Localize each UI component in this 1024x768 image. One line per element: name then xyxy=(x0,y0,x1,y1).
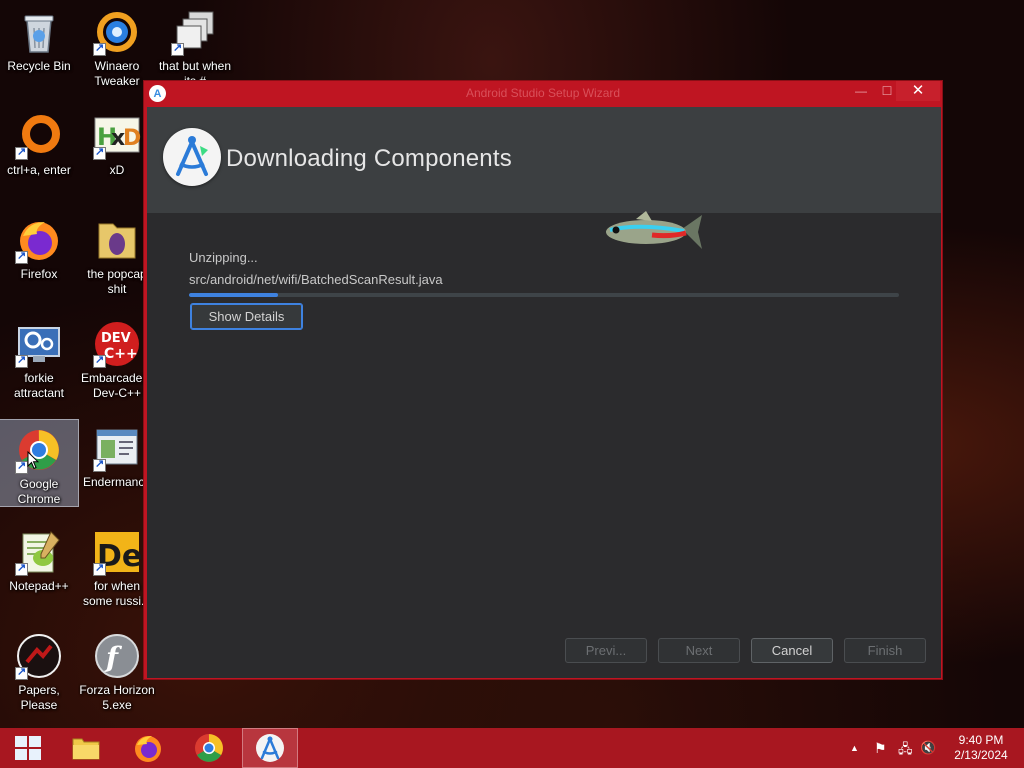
shortcut-arrow-icon xyxy=(171,41,184,56)
svg-text:D: D xyxy=(123,126,141,151)
shortcut-arrow-icon xyxy=(93,561,106,576)
current-file-path: src/android/net/wifi/BatchedScanResult.j… xyxy=(189,272,443,287)
show-details-button[interactable]: Show Details xyxy=(190,303,303,330)
next-button[interactable]: Next xyxy=(658,638,740,663)
android-studio-icon xyxy=(256,734,284,762)
shortcut-arrow-icon xyxy=(15,145,28,160)
neon-tetra-fish-icon xyxy=(606,211,702,249)
wizard-header: Downloading Components xyxy=(147,107,941,213)
desktop-icon-label: Firefox xyxy=(20,267,58,281)
android-studio-logo-icon xyxy=(163,128,221,186)
window-titlebar[interactable]: A Android Studio Setup Wizard — ☐ ✕ xyxy=(144,81,942,106)
desktop-icon-label: Recycle Bin xyxy=(7,59,71,73)
network-icon[interactable]: 🖧 xyxy=(898,740,913,756)
taskbar: ▲ ⚑ 🖧 🔇 9:40 PM 2/13/2024 xyxy=(0,728,1024,768)
system-clock[interactable]: 9:40 PM 2/13/2024 xyxy=(946,733,1016,763)
desktop-icon-label: Notepad++ xyxy=(9,579,69,593)
clock-date: 2/13/2024 xyxy=(954,748,1008,762)
window-title: Android Studio Setup Wizard xyxy=(465,86,621,100)
download-progress-bar xyxy=(189,293,899,297)
folder-icon xyxy=(98,223,136,259)
shortcut-arrow-icon xyxy=(93,145,106,160)
action-center-flag-icon[interactable]: ⚑ xyxy=(874,740,887,756)
desktop-icon-label: forkie attractant xyxy=(13,371,65,400)
wizard-content: Downloading Components Unzipping... src/… xyxy=(147,107,941,678)
previous-button[interactable]: Previ... xyxy=(565,638,647,663)
setup-wizard-window: A Android Studio Setup Wizard — ☐ ✕ Down… xyxy=(143,80,943,680)
shortcut-arrow-icon xyxy=(15,665,28,680)
volume-muted-icon[interactable]: 🔇 xyxy=(920,740,936,756)
status-label: Unzipping... xyxy=(189,250,258,265)
desktop-icon-ctrl-a-enter[interactable]: ctrl+a, enter xyxy=(0,104,78,208)
show-hidden-icons-chevron-icon[interactable]: ▲ xyxy=(850,743,859,759)
desktop-icon-forkie-attractant[interactable]: forkie attractant xyxy=(0,312,78,416)
progress-bar-fill xyxy=(189,293,278,297)
finish-button[interactable]: Finish xyxy=(844,638,926,663)
recycle-bin-icon xyxy=(24,15,54,53)
cancel-button[interactable]: Cancel xyxy=(751,638,833,663)
desktop-icon-label: Papers, Please xyxy=(18,683,60,712)
shortcut-arrow-icon xyxy=(15,353,28,368)
close-button[interactable]: ✕ xyxy=(896,81,940,101)
desktop-icon-papers-please[interactable]: Papers, Please xyxy=(0,624,78,728)
chrome-icon xyxy=(195,734,223,762)
start-button[interactable] xyxy=(0,728,56,768)
taskbar-chrome[interactable] xyxy=(181,728,237,768)
clock-time: 9:40 PM xyxy=(958,733,1004,747)
file-explorer-icon xyxy=(72,738,100,760)
shortcut-arrow-icon xyxy=(93,353,106,368)
taskbar-android-studio[interactable] xyxy=(242,728,298,768)
windows-logo-icon xyxy=(15,736,41,760)
desktop-icon-notepad-plus-plus[interactable]: Notepad++ xyxy=(0,520,78,624)
firefox-icon xyxy=(135,736,161,762)
taskbar-firefox[interactable] xyxy=(120,728,176,768)
shortcut-arrow-icon xyxy=(15,249,28,264)
desktop-icon-label: Google Chrome xyxy=(17,477,61,506)
desktop-icon-recycle-bin[interactable]: Recycle Bin xyxy=(0,0,78,104)
desktop-icon-label: ctrl+a, enter xyxy=(7,163,71,177)
taskbar-file-explorer[interactable] xyxy=(58,728,114,768)
desktop-icon-firefox[interactable]: Firefox xyxy=(0,208,78,312)
svg-text:DEV: DEV xyxy=(101,331,131,346)
header-title: Downloading Components xyxy=(226,145,512,172)
mouse-cursor-icon xyxy=(27,451,39,470)
desktop-icon-google-chrome[interactable]: Google Chrome xyxy=(0,419,79,507)
shortcut-arrow-icon xyxy=(15,561,28,576)
shortcut-arrow-icon xyxy=(93,457,106,472)
flash-icon: f xyxy=(95,634,139,678)
minimize-button[interactable]: — xyxy=(848,81,874,101)
shortcut-arrow-icon xyxy=(93,41,106,56)
svg-text:C++: C++ xyxy=(104,346,138,362)
desktop-icon-label: Forza Horizon 5.exe xyxy=(79,683,155,712)
